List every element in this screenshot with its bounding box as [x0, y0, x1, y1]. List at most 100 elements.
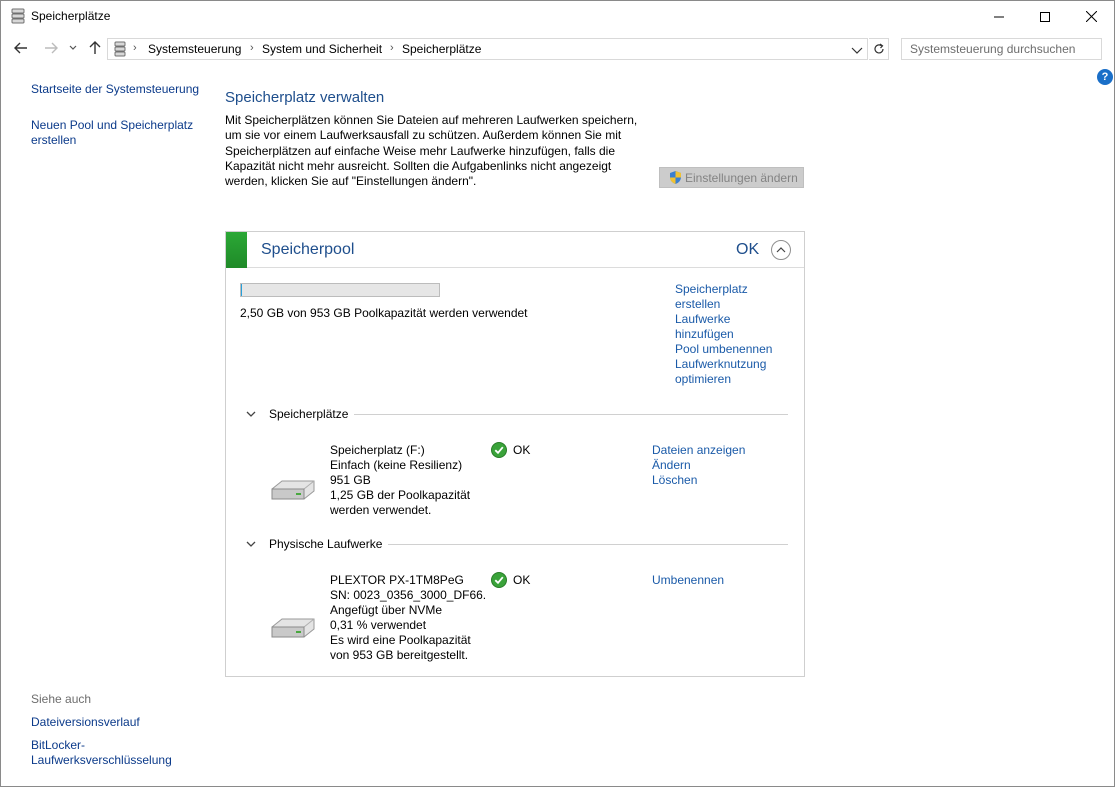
view-files-link[interactable]: Dateien anzeigen: [652, 443, 745, 458]
window-title: Speicherplätze: [31, 9, 111, 23]
checkmark-icon: [491, 442, 507, 458]
section-divider: [388, 543, 788, 545]
address-dropdown-button[interactable]: [849, 42, 865, 58]
up-button[interactable]: [87, 38, 103, 58]
drive-serial: SN: 0023_0356_3000_DF66.: [330, 588, 487, 602]
uac-shield-icon: [670, 171, 681, 184]
storage-spaces-section-header[interactable]: Speicherplätze: [246, 407, 788, 421]
description-line: Speicherplätzen auf einfache Weise mehr …: [225, 143, 616, 158]
maximize-icon: [1040, 11, 1050, 22]
breadcrumb-separator-icon[interactable]: ›: [133, 42, 137, 54]
space-size: 951 GB: [330, 473, 371, 487]
add-drives-link[interactable]: Laufwerke hinzufügen: [675, 312, 734, 342]
rename-drive-link[interactable]: Umbenennen: [652, 573, 724, 588]
storage-pool-panel: Speicherpool OK 2,50 GB von 953 GB Poolk…: [225, 231, 805, 677]
change-settings-button[interactable]: Einstellungen ändern: [659, 167, 804, 188]
sidebar-new-pool-line2: erstellen: [31, 133, 77, 147]
pool-usage-text: 2,50 GB von 953 GB Poolkapazität werden …: [240, 306, 528, 320]
add-drives-line1: Laufwerke: [675, 312, 731, 326]
description-line: Mit Speicherplätzen können Sie Dateien a…: [225, 113, 638, 127]
maximize-button[interactable]: [1022, 1, 1068, 32]
drive-bus: Angefügt über NVMe: [330, 603, 443, 617]
space-usage-line1: 1,25 GB der Poolkapazität: [330, 488, 471, 502]
space-usage-line2: werden verwendet.: [330, 503, 432, 517]
chevron-down-icon: [69, 45, 77, 50]
pool-header: Speicherpool OK: [226, 232, 804, 268]
breadcrumb-systemsteuerung[interactable]: Systemsteuerung: [148, 42, 241, 56]
breadcrumb-separator-icon[interactable]: ›: [250, 42, 254, 54]
storage-spaces-icon: [114, 41, 126, 57]
address-bar[interactable]: › Systemsteuerung › System und Sicherhei…: [107, 38, 868, 60]
space-status: OK: [491, 442, 530, 458]
bitlocker-link-line1: BitLocker-: [31, 738, 86, 752]
bitlocker-link[interactable]: BitLocker- Laufwerksverschlüsselung: [31, 738, 172, 768]
collapse-pool-button[interactable]: [771, 240, 791, 260]
refresh-button[interactable]: [869, 38, 889, 60]
section-divider: [354, 413, 788, 415]
sidebar-home-link[interactable]: Startseite der Systemsteuerung: [31, 82, 199, 97]
breadcrumb-separator-icon[interactable]: ›: [390, 42, 394, 54]
optimize-line1: Laufwerknutzung: [675, 357, 767, 371]
pool-title: Speicherpool: [261, 241, 355, 258]
optimize-drive-usage-link[interactable]: Laufwerknutzung optimieren: [675, 357, 766, 387]
window: Speicherplätze › Systemsteuerung › Syste…: [0, 0, 1115, 787]
drive-capacity-line1: Es wird eine Poolkapazität: [330, 633, 471, 647]
create-space-line2: erstellen: [675, 297, 721, 311]
rename-pool-link[interactable]: Pool umbenennen: [675, 342, 772, 357]
drive-model: PLEXTOR PX-1TM8PeG: [330, 573, 464, 587]
drive-icon: [270, 477, 316, 503]
checkmark-icon: [491, 572, 507, 588]
sidebar-new-pool-line1: Neuen Pool und Speicherplatz: [31, 118, 194, 132]
drive-icon: [270, 615, 316, 641]
description-line: Kapazität nicht mehr ausreicht. Sollten …: [225, 158, 612, 173]
physical-drive-details: PLEXTOR PX-1TM8PeG SN: 0023_0356_3000_DF…: [330, 573, 486, 663]
back-button[interactable]: [11, 38, 31, 58]
title-bar: Speicherplätze: [1, 1, 1114, 32]
arrow-left-icon: [14, 42, 27, 54]
pool-status: OK: [736, 241, 760, 258]
storage-space-details: Speicherplatz (F:) Einfach (keine Resili…: [330, 443, 470, 518]
breadcrumb-speicherplaetze[interactable]: Speicherplätze: [402, 42, 481, 56]
space-resiliency: Einfach (keine Resilienz): [330, 458, 463, 472]
forward-button[interactable]: [41, 38, 61, 58]
close-button[interactable]: [1068, 1, 1114, 32]
page-description: Mit Speicherplätzen können Sie Dateien a…: [225, 113, 645, 189]
pool-usage-bar: [240, 283, 440, 297]
file-history-link[interactable]: Dateiversionsverlauf: [31, 715, 140, 730]
arrow-right-icon: [45, 42, 58, 54]
space-name: Speicherplatz (F:): [330, 443, 425, 457]
physical-drives-section-header[interactable]: Physische Laufwerke: [246, 537, 788, 551]
minimize-button[interactable]: [976, 1, 1022, 32]
arrow-up-icon: [89, 41, 101, 54]
drive-usage: 0,31 % verwendet: [330, 618, 427, 632]
help-icon[interactable]: ?: [1097, 69, 1113, 85]
optimize-line2: optimieren: [675, 372, 732, 386]
close-icon: [1085, 11, 1097, 22]
space-status-label: OK: [513, 443, 531, 457]
chevron-down-icon: [246, 408, 258, 420]
change-space-link[interactable]: Ändern: [652, 458, 691, 473]
physical-drives-section-title: Physische Laufwerke: [269, 537, 383, 551]
pool-status-stripe: [226, 232, 247, 268]
breadcrumb-system-sicherheit[interactable]: System und Sicherheit: [262, 42, 382, 56]
chevron-down-icon: [851, 47, 863, 54]
description-line: um sie vor einem Laufwerksausfall zu sch…: [225, 128, 622, 143]
recent-locations-button[interactable]: [67, 38, 79, 58]
create-space-link[interactable]: Speicherplatz erstellen: [675, 282, 748, 312]
change-settings-label: Einstellungen ändern: [685, 170, 798, 185]
storage-spaces-icon: [11, 8, 25, 24]
drive-status: OK: [491, 572, 530, 588]
description-line: werden, klicken Sie auf "Einstellungen ä…: [225, 174, 477, 189]
add-drives-line2: hinzufügen: [675, 327, 734, 341]
pool-usage-fill: [241, 284, 242, 296]
delete-space-link[interactable]: Löschen: [652, 473, 697, 488]
chevron-up-icon: [776, 247, 786, 253]
bitlocker-link-line2: Laufwerksverschlüsselung: [31, 753, 172, 767]
chevron-down-icon: [246, 538, 258, 550]
sidebar-new-pool-link[interactable]: Neuen Pool und Speicherplatz erstellen: [31, 118, 193, 148]
drive-capacity-line2: von 953 GB bereitgestellt.: [330, 648, 469, 662]
refresh-icon: [873, 43, 884, 54]
search-input[interactable]: Systemsteuerung durchsuchen: [901, 38, 1102, 60]
see-also-label: Siehe auch: [31, 692, 92, 706]
minimize-icon: [994, 16, 1004, 17]
